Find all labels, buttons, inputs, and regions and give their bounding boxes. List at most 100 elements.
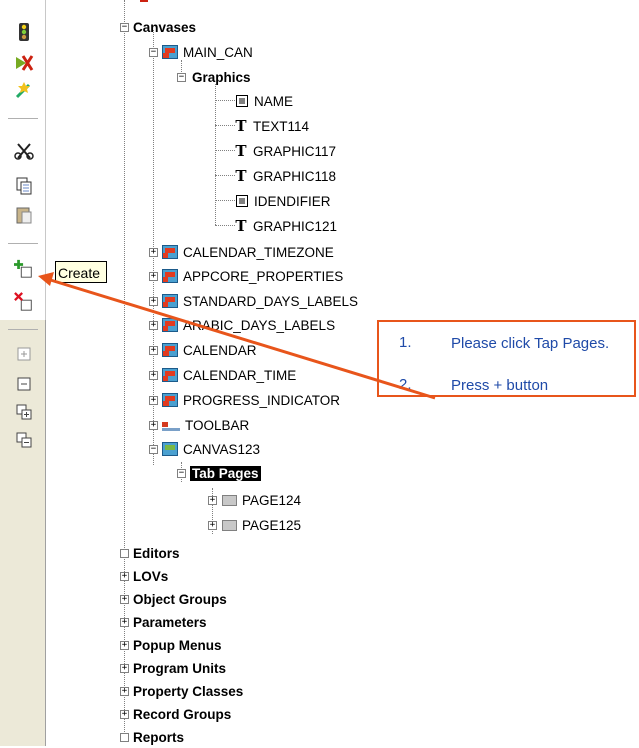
node-label: NAME bbox=[254, 93, 294, 109]
node-label: Record Groups bbox=[133, 706, 232, 722]
tree-node-tab-pages[interactable]: Tab Pages bbox=[190, 462, 261, 484]
expand-toggle[interactable]: + bbox=[149, 421, 158, 430]
canvas-icon bbox=[162, 318, 178, 332]
node-label: GRAPHIC118 bbox=[253, 168, 337, 184]
tree-node-canvas[interactable]: TOOLBAR bbox=[162, 414, 249, 436]
expand-toggle[interactable]: + bbox=[120, 687, 129, 696]
expand-toggle[interactable]: + bbox=[120, 595, 129, 604]
tree-node-canvas[interactable]: ARABIC_DAYS_LABELS bbox=[162, 314, 335, 336]
paste-icon[interactable] bbox=[14, 205, 34, 225]
expand-toggle[interactable]: + bbox=[149, 371, 158, 380]
tree-node-graphic[interactable]: NAME bbox=[234, 90, 293, 112]
expand-toggle[interactable]: + bbox=[149, 297, 158, 306]
tree-node-section[interactable]: Editors bbox=[133, 542, 180, 564]
folder-icon bbox=[222, 494, 237, 506]
traffic-light-icon[interactable] bbox=[14, 22, 34, 42]
expand-toggle[interactable]: + bbox=[149, 346, 158, 355]
tree-node-canvas[interactable]: STANDARD_DAYS_LABELS bbox=[162, 290, 358, 312]
tree-node-section[interactable]: Parameters bbox=[133, 611, 207, 633]
tree-node-section[interactable]: Popup Menus bbox=[133, 634, 222, 656]
copy-icon[interactable] bbox=[14, 176, 34, 196]
collapse-toggle[interactable]: − bbox=[149, 445, 158, 454]
node-label: Editors bbox=[133, 545, 180, 561]
expand-toggle[interactable]: + bbox=[208, 521, 217, 530]
cut-icon[interactable] bbox=[14, 141, 34, 161]
expand-all-icon[interactable] bbox=[14, 402, 34, 422]
tree-node-section[interactable]: Record Groups bbox=[133, 703, 231, 725]
tree-node-canvas[interactable]: CALENDAR_TIMEZONE bbox=[162, 241, 334, 263]
canvas-icon bbox=[162, 343, 178, 357]
node-label: Property Classes bbox=[133, 683, 244, 699]
text-icon: T bbox=[235, 167, 247, 185]
text-icon: T bbox=[235, 217, 247, 235]
expand-toggle[interactable]: + bbox=[120, 572, 129, 581]
object-navigator-toolbar bbox=[0, 0, 46, 746]
tree-node-graphic[interactable]: T TEXT114 bbox=[234, 115, 309, 137]
node-label-selected: Tab Pages bbox=[190, 465, 261, 481]
expand-icon[interactable] bbox=[14, 344, 34, 364]
tree-node-section[interactable]: Object Groups bbox=[133, 588, 227, 610]
node-label: CALENDAR_TIMEZONE bbox=[183, 244, 334, 260]
expand-toggle[interactable]: + bbox=[149, 248, 158, 257]
tree-graphics-line bbox=[215, 84, 216, 225]
step-number: 2. bbox=[399, 376, 412, 393]
node-label: Object Groups bbox=[133, 591, 227, 607]
node-label: PROGRESS_INDICATOR bbox=[183, 392, 341, 408]
collapse-toggle[interactable]: − bbox=[177, 73, 186, 82]
step-text: Please click Tap Pages. bbox=[451, 335, 610, 352]
expand-toggle[interactable]: + bbox=[149, 396, 158, 405]
expand-toggle[interactable]: + bbox=[120, 618, 129, 627]
create-tooltip: Create bbox=[55, 261, 107, 283]
tree-connector bbox=[215, 125, 235, 126]
run-debug-icon[interactable] bbox=[14, 53, 34, 73]
node-label: LOVs bbox=[133, 568, 169, 584]
tree-node-section[interactable]: Program Units bbox=[133, 657, 226, 679]
tree-node-section[interactable]: LOVs bbox=[133, 565, 168, 587]
tree-node-graphic[interactable]: IDENDIFIER bbox=[234, 190, 331, 212]
collapse-toggle[interactable]: − bbox=[120, 23, 129, 32]
collapse-toggle[interactable]: − bbox=[177, 469, 186, 478]
expand-toggle[interactable]: + bbox=[120, 710, 129, 719]
tree-node-canvas[interactable]: CALENDAR_TIME bbox=[162, 364, 296, 386]
tree-node-page[interactable]: PAGE124 bbox=[222, 489, 301, 511]
tree-node-canvas123[interactable]: CANVAS123 bbox=[162, 438, 260, 460]
tree-node-graphics[interactable]: Graphics bbox=[192, 66, 251, 88]
folder-icon bbox=[222, 519, 237, 531]
node-label: Program Units bbox=[133, 660, 227, 676]
expand-toggle[interactable]: + bbox=[120, 664, 129, 673]
tree-node-canvas[interactable]: APPCORE_PROPERTIES bbox=[162, 265, 343, 287]
node-label: GRAPHIC121 bbox=[253, 218, 338, 234]
tree-connector bbox=[215, 100, 235, 101]
tree-node-section[interactable]: Reports bbox=[133, 726, 184, 748]
expand-toggle[interactable]: + bbox=[149, 272, 158, 281]
compile-icon[interactable] bbox=[14, 80, 34, 100]
expand-toggle[interactable]: + bbox=[149, 321, 158, 330]
expand-toggle[interactable]: + bbox=[208, 496, 217, 505]
node-label: Popup Menus bbox=[133, 637, 222, 653]
step-text: Press + button bbox=[451, 377, 549, 394]
tree-node-canvas[interactable]: CALENDAR bbox=[162, 339, 257, 361]
canvas-icon bbox=[162, 442, 178, 456]
collapse-toggle[interactable]: − bbox=[149, 48, 158, 57]
empty-toggle[interactable] bbox=[120, 733, 129, 742]
tree-node-canvases[interactable]: Canvases bbox=[133, 16, 196, 38]
create-icon[interactable] bbox=[14, 259, 34, 279]
text-icon: T bbox=[235, 142, 247, 160]
tree-node-canvas[interactable]: PROGRESS_INDICATOR bbox=[162, 389, 340, 411]
partial-row-above bbox=[140, 0, 380, 4]
empty-toggle[interactable] bbox=[120, 549, 129, 558]
text-icon: T bbox=[235, 117, 247, 135]
frame-icon bbox=[236, 95, 248, 107]
expand-toggle[interactable]: + bbox=[120, 641, 129, 650]
node-label: PAGE125 bbox=[242, 517, 302, 533]
collapse-all-icon[interactable] bbox=[14, 430, 34, 450]
delete-icon[interactable] bbox=[14, 292, 34, 312]
tree-node-graphic[interactable]: T GRAPHIC118 bbox=[234, 165, 336, 187]
tree-node-page[interactable]: PAGE125 bbox=[222, 514, 301, 536]
tree-node-main-can[interactable]: MAIN_CAN bbox=[162, 41, 253, 63]
tree-node-graphic[interactable]: T GRAPHIC117 bbox=[234, 140, 336, 162]
tree-node-graphic[interactable]: T GRAPHIC121 bbox=[234, 215, 337, 237]
tree-node-section[interactable]: Property Classes bbox=[133, 680, 243, 702]
node-label: STANDARD_DAYS_LABELS bbox=[183, 293, 359, 309]
collapse-icon[interactable] bbox=[14, 374, 34, 394]
